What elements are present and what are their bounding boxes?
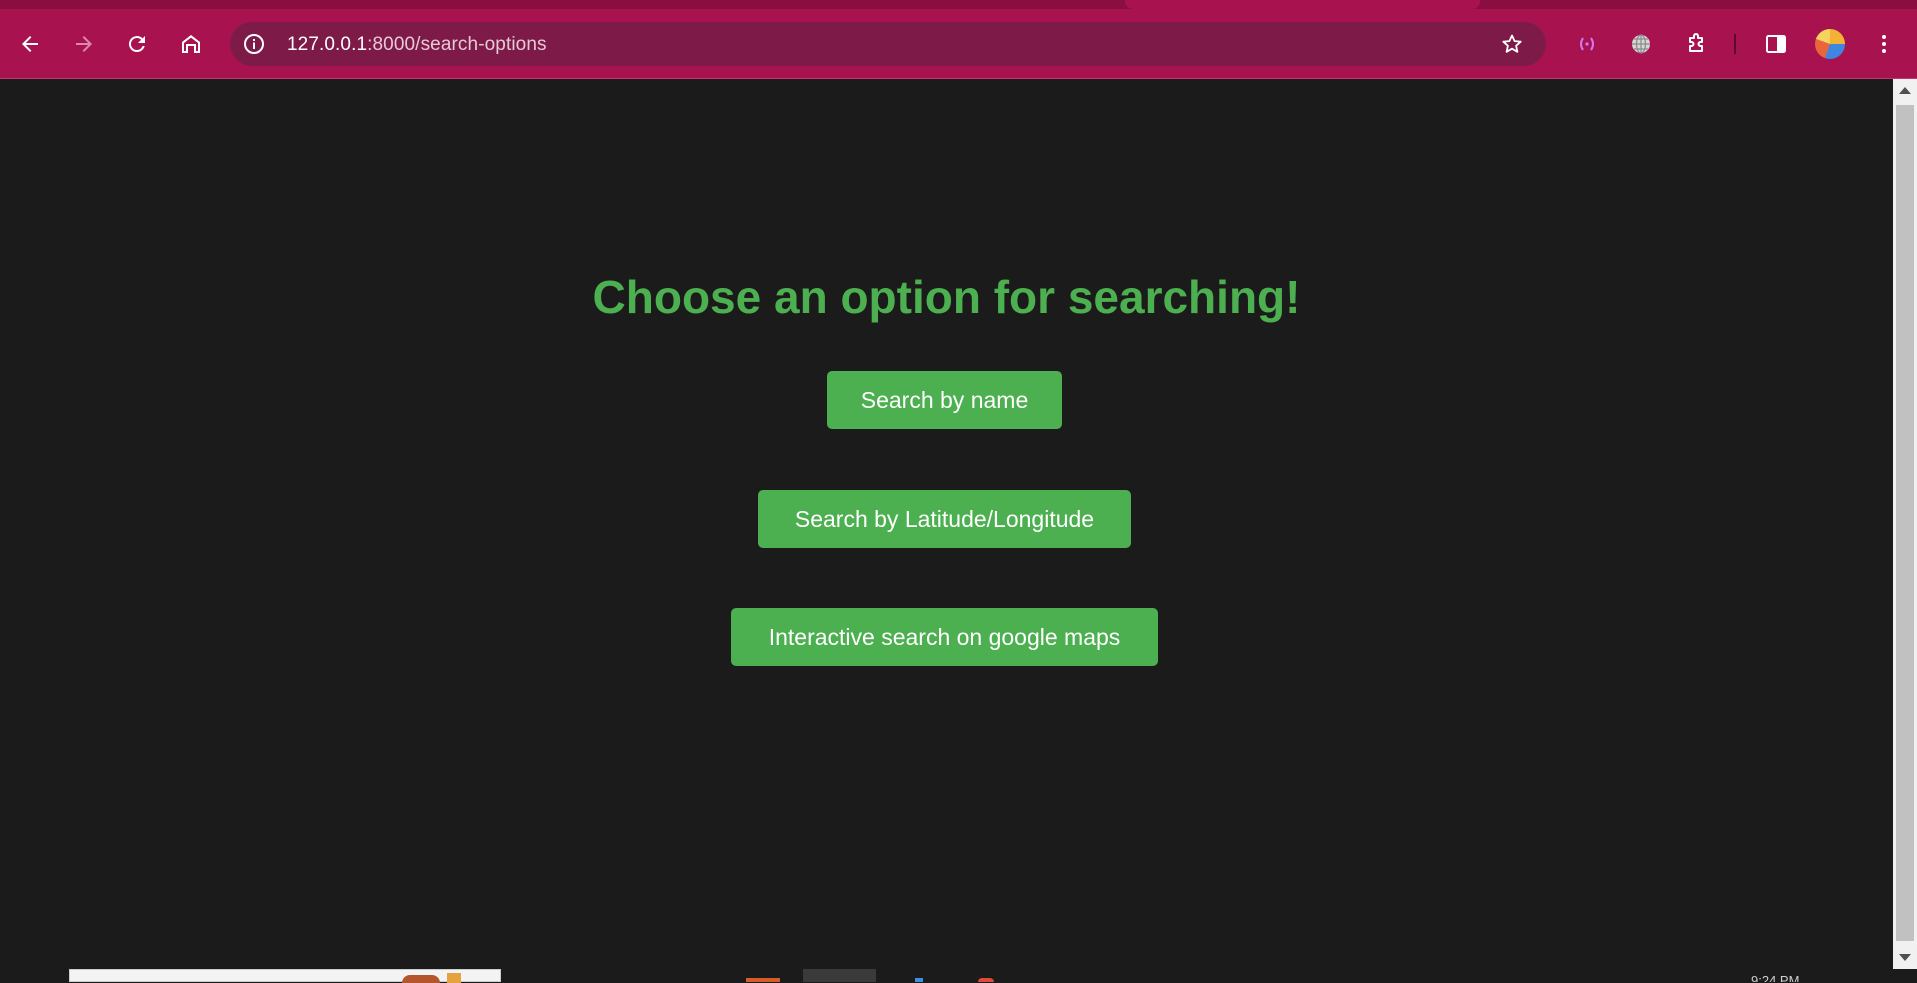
reload-icon (128, 36, 145, 53)
scroll-down-arrow-icon[interactable] (1899, 954, 1911, 961)
home-icon (182, 35, 200, 53)
taskbar-preview-window[interactable] (69, 969, 501, 983)
taskbar-active-app[interactable] (803, 969, 876, 982)
taskbar-clock[interactable]: 9:24 PM (1751, 974, 1799, 982)
page-title: Choose an option for searching! (592, 271, 1301, 323)
star-icon[interactable] (1500, 32, 1524, 56)
globe-icon (1632, 34, 1650, 54)
address-bar[interactable]: 127.0.0.1:8000/search-options (230, 22, 1546, 66)
kebab-menu-icon (1882, 35, 1886, 53)
bracket-extension-icon (1580, 37, 1594, 51)
toolbar-divider (1734, 34, 1736, 54)
search-by-name-button[interactable]: Search by name (827, 371, 1062, 429)
navigation-bar: 127.0.0.1:8000/search-options (0, 9, 1917, 77)
side-panel-button[interactable] (1758, 26, 1794, 62)
info-icon[interactable] (242, 32, 266, 56)
taskbar-app-icon[interactable] (978, 978, 994, 982)
extension-button-1[interactable] (1569, 26, 1605, 62)
menu-button[interactable] (1866, 26, 1902, 62)
reload-button[interactable] (119, 26, 155, 62)
active-tab[interactable] (1125, 0, 1480, 9)
scroll-up-arrow-icon[interactable] (1899, 87, 1911, 94)
extensions-button[interactable] (1678, 26, 1714, 62)
url-text[interactable]: 127.0.0.1:8000/search-options (287, 34, 547, 56)
url-host: 127.0.0.1 (287, 34, 368, 55)
profile-avatar[interactable] (1815, 29, 1845, 59)
url-path: :8000/search-options (367, 34, 547, 55)
vertical-scrollbar[interactable] (1893, 79, 1917, 969)
taskbar-app-icon[interactable] (915, 978, 923, 982)
arrow-right-icon (76, 36, 92, 52)
taskbar: 9:24 PM (0, 969, 1917, 983)
home-button[interactable] (173, 26, 209, 62)
tab-strip (0, 0, 1917, 9)
taskbar-app-icon[interactable] (746, 978, 780, 982)
arrow-left-icon (22, 36, 38, 52)
puzzle-icon (1689, 33, 1703, 52)
interactive-maps-search-button[interactable]: Interactive search on google maps (731, 608, 1158, 666)
back-button[interactable] (12, 26, 48, 62)
browser-toolbar: 127.0.0.1:8000/search-options (0, 0, 1917, 79)
forward-button[interactable] (66, 26, 102, 62)
extension-button-2[interactable] (1623, 26, 1659, 62)
side-panel-icon (1766, 35, 1786, 53)
search-by-latlng-button[interactable]: Search by Latitude/Longitude (758, 490, 1131, 548)
scrollbar-thumb[interactable] (1896, 105, 1914, 941)
